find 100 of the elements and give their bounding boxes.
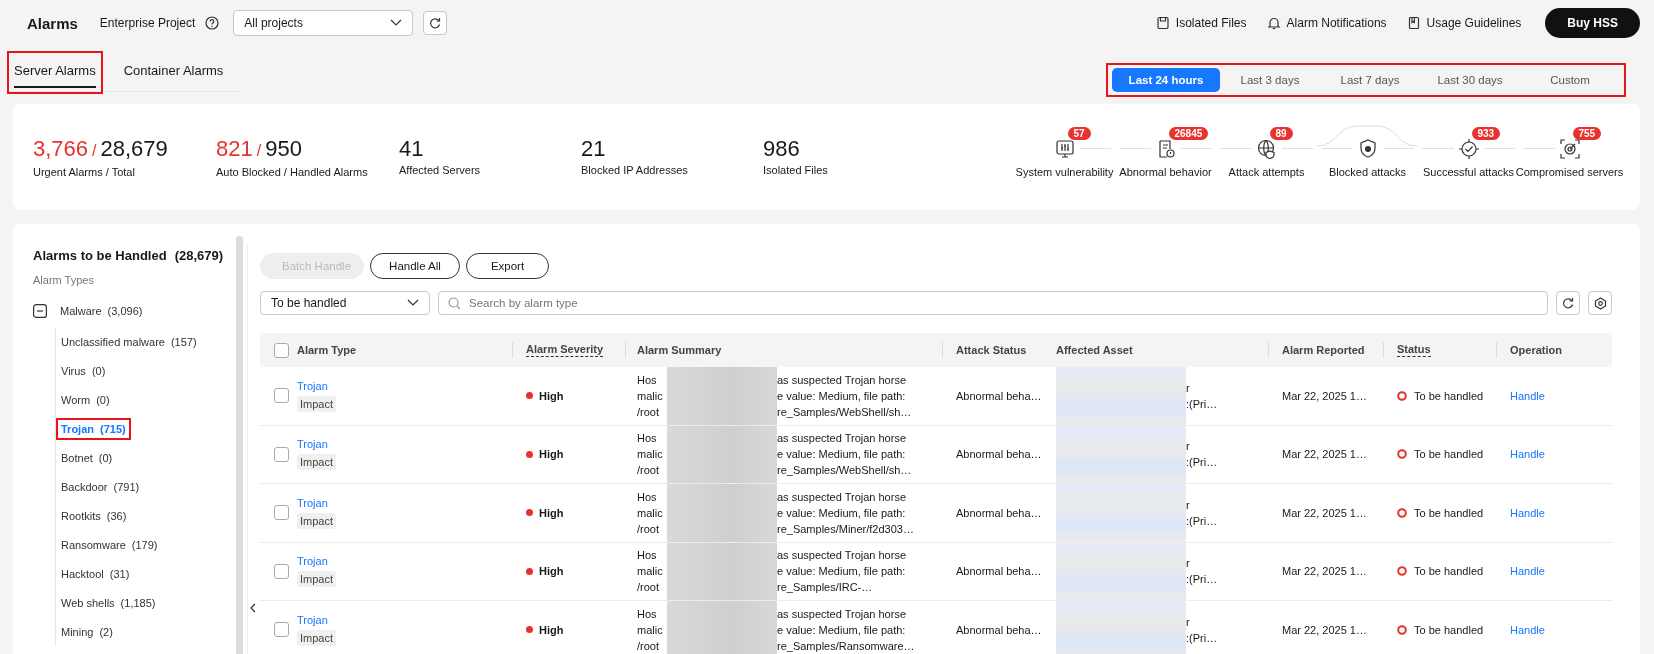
table-cell-text: Mar 22, 2025 1… [1281, 388, 1368, 404]
field-label: Enterprise Project [99, 16, 196, 30]
help-icon[interactable] [205, 16, 220, 30]
alarm-type-link[interactable]: Trojan [297, 438, 328, 451]
column-header: Status [1397, 343, 1431, 357]
chain-label[interactable]: Blocked attacks [1328, 165, 1406, 178]
asset-text: r [1186, 614, 1191, 630]
time-range-option[interactable]: Last 3 days [1220, 68, 1320, 92]
tree-item[interactable]: Trojan (715) [56, 417, 131, 440]
handle-link[interactable]: Handle [1510, 448, 1545, 461]
tree-item[interactable]: Web shells (1,185) [56, 591, 161, 614]
tag: Impact [297, 571, 336, 588]
chevron-down-icon [407, 299, 419, 307]
total-count: 28,679 [100, 136, 168, 161]
target-icon[interactable] [1558, 137, 1581, 160]
tree-item[interactable]: Unclassified malware (157) [56, 330, 202, 353]
severity-text: High [539, 448, 564, 461]
tree-item[interactable]: Ransomware (179) [56, 533, 163, 556]
summary-text: as suspected Trojan horse [777, 489, 908, 505]
header-link[interactable]: Usage Guidelines [1406, 16, 1522, 30]
alarm-type-link[interactable]: Trojan [297, 555, 328, 568]
summary-text: malic [637, 622, 664, 638]
stat-value: 41 [399, 136, 424, 161]
collapse-icon[interactable] [33, 304, 47, 318]
check-target-icon[interactable] [1457, 137, 1480, 160]
settings-button[interactable] [1588, 291, 1612, 315]
alarm-type-link[interactable]: Trojan [297, 379, 328, 392]
tree-item[interactable]: Mining (2) [56, 620, 118, 643]
monitor-icon[interactable] [1053, 137, 1076, 160]
chain-label[interactable]: Attack attempts [1228, 165, 1305, 178]
column-header: Alarm Summary [637, 344, 722, 356]
summary-text: e value: Medium, file path: [777, 622, 907, 638]
toolbar-button[interactable]: Handle All [370, 253, 460, 279]
count-badge: 755 [1572, 126, 1602, 140]
column-header: Operation [1510, 344, 1562, 356]
chain-label[interactable]: Compromised servers [1515, 165, 1624, 178]
column-header: Alarm Severity [526, 343, 604, 357]
column-header: Alarm Type [297, 344, 357, 356]
handle-link[interactable]: Handle [1510, 623, 1545, 636]
checkbox[interactable] [274, 446, 289, 462]
checkbox[interactable] [274, 505, 289, 521]
total-count: 950 [265, 136, 302, 161]
refresh-icon [429, 17, 442, 29]
time-range-option[interactable]: Last 30 days [1420, 68, 1520, 92]
header-link[interactable]: Isolated Files [1155, 16, 1247, 30]
globe-shield-icon[interactable] [1255, 137, 1278, 160]
buy-button[interactable]: Buy HSS [1545, 8, 1640, 38]
summary-text: as suspected Trojan horse [777, 606, 908, 622]
summary-text: re_Samples/WebShell/sh… [777, 463, 912, 479]
panel-count: (28,679) [174, 248, 224, 263]
alarm-type-link[interactable]: Trojan [297, 613, 328, 626]
checkbox[interactable] [274, 342, 289, 358]
header-link[interactable]: Alarm Notifications [1266, 16, 1387, 30]
tree-item[interactable]: Botnet (0) [56, 446, 118, 469]
status-text: To be handled [1414, 506, 1484, 519]
tree-item[interactable]: Virus (0) [56, 359, 111, 382]
refresh-button[interactable] [1556, 291, 1580, 315]
time-range-option[interactable]: Last 24 hours [1112, 68, 1220, 92]
checkbox[interactable] [274, 563, 289, 579]
toolbar-button[interactable]: Export [466, 253, 549, 279]
summary-text: /root [637, 463, 660, 479]
count-badge: 57 [1067, 126, 1091, 140]
summary-text: malic [637, 505, 664, 521]
tree-item[interactable]: Malware (3,096) [55, 300, 148, 322]
summary-text: malic [637, 388, 664, 404]
chain-label[interactable]: Abnormal behavior [1119, 165, 1212, 178]
checkbox[interactable] [274, 622, 289, 638]
tab[interactable]: Server Alarms [7, 50, 103, 94]
time-range-option[interactable]: Last 7 days [1320, 68, 1420, 92]
tab[interactable]: Container Alarms [116, 50, 231, 94]
asset-text: :(Pri… [1186, 455, 1218, 471]
asset-text: r [1186, 439, 1191, 455]
handle-link[interactable]: Handle [1510, 506, 1545, 519]
severity-text: High [539, 565, 564, 578]
time-range-option[interactable]: Custom [1520, 68, 1620, 92]
status-ring-icon [1397, 566, 1407, 577]
checkbox[interactable] [274, 388, 289, 404]
table-cell-text: Abnormal beha… [955, 564, 1043, 580]
tree-item[interactable]: Rootkits (36) [56, 504, 132, 527]
alarm-type-link[interactable]: Trojan [297, 496, 328, 509]
tree-item[interactable]: Hacktool (31) [56, 562, 135, 585]
search-icon [448, 297, 461, 310]
asset-text: :(Pri… [1186, 513, 1218, 529]
tree-item[interactable]: Worm (0) [56, 388, 115, 411]
summary-text: /root [637, 521, 660, 537]
refresh-button[interactable] [423, 11, 448, 35]
chain-label[interactable]: System vulnerability [1015, 165, 1114, 178]
summary-text: /root [637, 638, 660, 654]
severity-text: High [539, 623, 564, 636]
scrollbar[interactable] [236, 236, 243, 654]
project-select[interactable]: All projects [233, 10, 414, 36]
handle-link[interactable]: Handle [1510, 389, 1545, 402]
chain-label[interactable]: Successful attacks [1422, 165, 1515, 178]
tree-item[interactable]: Backdoor (791) [56, 475, 145, 498]
handle-link[interactable]: Handle [1510, 565, 1545, 578]
summary-text: Hos [637, 372, 658, 388]
search-field[interactable]: Search by alarm type [438, 291, 1548, 315]
status-filter[interactable]: To be handled [260, 291, 430, 315]
table-cell-text: Abnormal beha… [955, 447, 1043, 463]
status-ring-icon [1397, 449, 1407, 460]
